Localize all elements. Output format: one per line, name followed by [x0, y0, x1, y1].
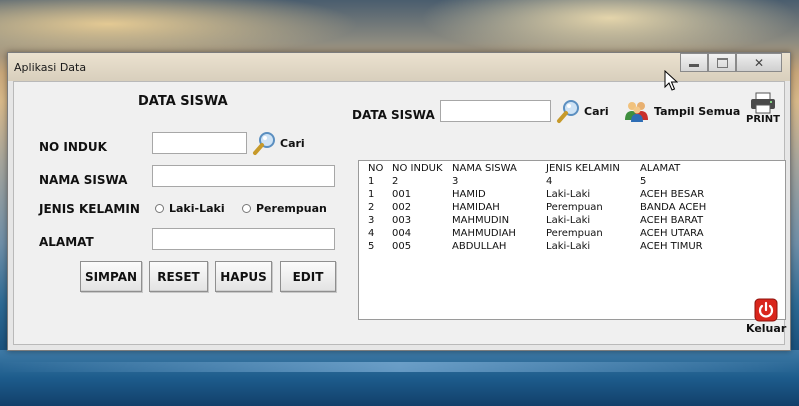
cell-no-induk: 005 [392, 241, 412, 252]
maximize-icon [716, 57, 728, 68]
cell-jenis-kelamin: Perempuan [546, 202, 603, 213]
cell-alamat: ACEH UTARA [640, 228, 704, 239]
form-heading: DATA SISWA [138, 94, 228, 109]
power-icon [754, 298, 778, 322]
header-jenis-kelamin: JENIS KELAMIN [546, 163, 620, 174]
cell-no: 3 [368, 215, 375, 226]
header-nama-siswa: NAMA SISWA [452, 163, 517, 174]
printer-icon [750, 92, 775, 114]
cell-no-induk: 003 [392, 215, 412, 226]
list-item[interactable]: 2 002 HAMIDAH Perempuan BANDA ACEH [359, 202, 785, 215]
desktop-sky-glow [420, 0, 799, 60]
cell-no: 1 [368, 189, 375, 200]
cell-no-induk: 001 [392, 189, 412, 200]
tampil-semua-label: Tampil Semua [654, 104, 741, 118]
radio-laki-laki[interactable]: Laki-Laki [155, 202, 225, 215]
cell-alamat: ACEH BARAT [640, 215, 704, 226]
search-input[interactable] [440, 100, 551, 122]
minimize-icon [689, 64, 699, 67]
siswa-list[interactable]: NO NO INDUK NAMA SISWA JENIS KELAMIN ALA… [358, 160, 786, 320]
desktop-sky [0, 0, 360, 60]
cell-alamat: BANDA ACEH [640, 202, 707, 213]
print-label: PRINT [746, 114, 780, 125]
edit-button[interactable]: EDIT [280, 261, 336, 292]
list-header: NO NO INDUK NAMA SISWA JENIS KELAMIN ALA… [359, 163, 785, 176]
cari-search-label: Cari [584, 104, 609, 118]
mouse-cursor-icon [664, 70, 678, 91]
cari-label: Cari [280, 136, 305, 150]
tampil-semua-button[interactable]: Tampil Semua [624, 100, 740, 122]
window-title: Aplikasi Data [14, 61, 87, 74]
cell-jenis-kelamin: 4 [546, 176, 553, 187]
list-item[interactable]: 3 003 MAHMUDIN Laki-Laki ACEH BARAT [359, 215, 785, 228]
cell-nama: MAHMUDIN [452, 215, 510, 226]
cari-search-button[interactable]: Cari [556, 98, 609, 124]
list-item[interactable]: 4 004 MAHMUDIAH Perempuan ACEH UTARA [359, 228, 785, 241]
cell-no: 2 [368, 202, 375, 213]
jenis-kelamin-label: JENIS KELAMIN [39, 202, 140, 216]
maximize-button[interactable] [708, 53, 736, 72]
no-induk-label: NO INDUK [39, 140, 107, 154]
cell-jenis-kelamin: Laki-Laki [546, 215, 591, 226]
minimize-button[interactable] [680, 53, 708, 72]
cell-nama: HAMID [452, 189, 486, 200]
alamat-label: ALAMAT [39, 235, 94, 249]
no-induk-input[interactable] [152, 132, 247, 154]
header-no-induk: NO INDUK [392, 163, 443, 174]
nama-siswa-input[interactable] [152, 165, 335, 187]
cell-no: 5 [368, 241, 375, 252]
radio-laki-laki-label: Laki-Laki [169, 202, 225, 215]
nama-siswa-label: NAMA SISWA [39, 173, 128, 187]
radio-perempuan[interactable]: Perempuan [242, 202, 327, 215]
cell-no-induk: 004 [392, 228, 412, 239]
cell-jenis-kelamin: Laki-Laki [546, 189, 591, 200]
list-item[interactable]: 1 2 3 4 5 [359, 176, 785, 189]
radio-circle [155, 204, 164, 213]
header-alamat: ALAMAT [640, 163, 681, 174]
keluar-button[interactable]: Keluar [746, 298, 786, 335]
hapus-button[interactable]: HAPUS [215, 261, 272, 292]
print-button[interactable]: PRINT [746, 92, 780, 125]
radio-perempuan-label: Perempuan [256, 202, 327, 215]
list-item[interactable]: 1 001 HAMID Laki-Laki ACEH BESAR [359, 189, 785, 202]
cell-alamat: 5 [640, 176, 647, 187]
app-window: Aplikasi Data ✕ DATA SISWA NO INDUK Cari… [7, 52, 791, 351]
close-icon: ✕ [753, 55, 765, 70]
users-icon [625, 102, 648, 122]
magnifier-icon [557, 100, 579, 123]
keluar-label: Keluar [746, 322, 787, 335]
desktop-sea [0, 350, 799, 406]
cell-nama: ABDULLAH [452, 241, 507, 252]
magnifier-icon [253, 132, 275, 155]
cell-no: 4 [368, 228, 375, 239]
simpan-button[interactable]: SIMPAN [80, 261, 142, 292]
cell-nama: 3 [452, 176, 459, 187]
cell-jenis-kelamin: Perempuan [546, 228, 603, 239]
cell-no-induk: 2 [392, 176, 399, 187]
list-item[interactable]: 5 005 ABDULLAH Laki-Laki ACEH TIMUR [359, 241, 785, 254]
cell-no-induk: 002 [392, 202, 412, 213]
cell-nama: HAMIDAH [452, 202, 500, 213]
desktop-sea-shine [0, 362, 799, 372]
cell-alamat: ACEH TIMUR [640, 241, 703, 252]
cell-jenis-kelamin: Laki-Laki [546, 241, 591, 252]
reset-button[interactable]: RESET [149, 261, 208, 292]
search-label: DATA SISWA [352, 108, 435, 122]
radio-circle [242, 204, 251, 213]
cell-no: 1 [368, 176, 375, 187]
cell-nama: MAHMUDIAH [452, 228, 516, 239]
alamat-input[interactable] [152, 228, 335, 250]
form-area: DATA SISWA NO INDUK Cari NAMA SISWA JENI… [13, 81, 786, 345]
cell-alamat: ACEH BESAR [640, 189, 705, 200]
header-no: NO [368, 163, 384, 174]
cari-no-induk-button[interactable]: Cari [252, 130, 305, 156]
window-controls: ✕ [680, 53, 782, 73]
close-button[interactable]: ✕ [736, 53, 782, 72]
